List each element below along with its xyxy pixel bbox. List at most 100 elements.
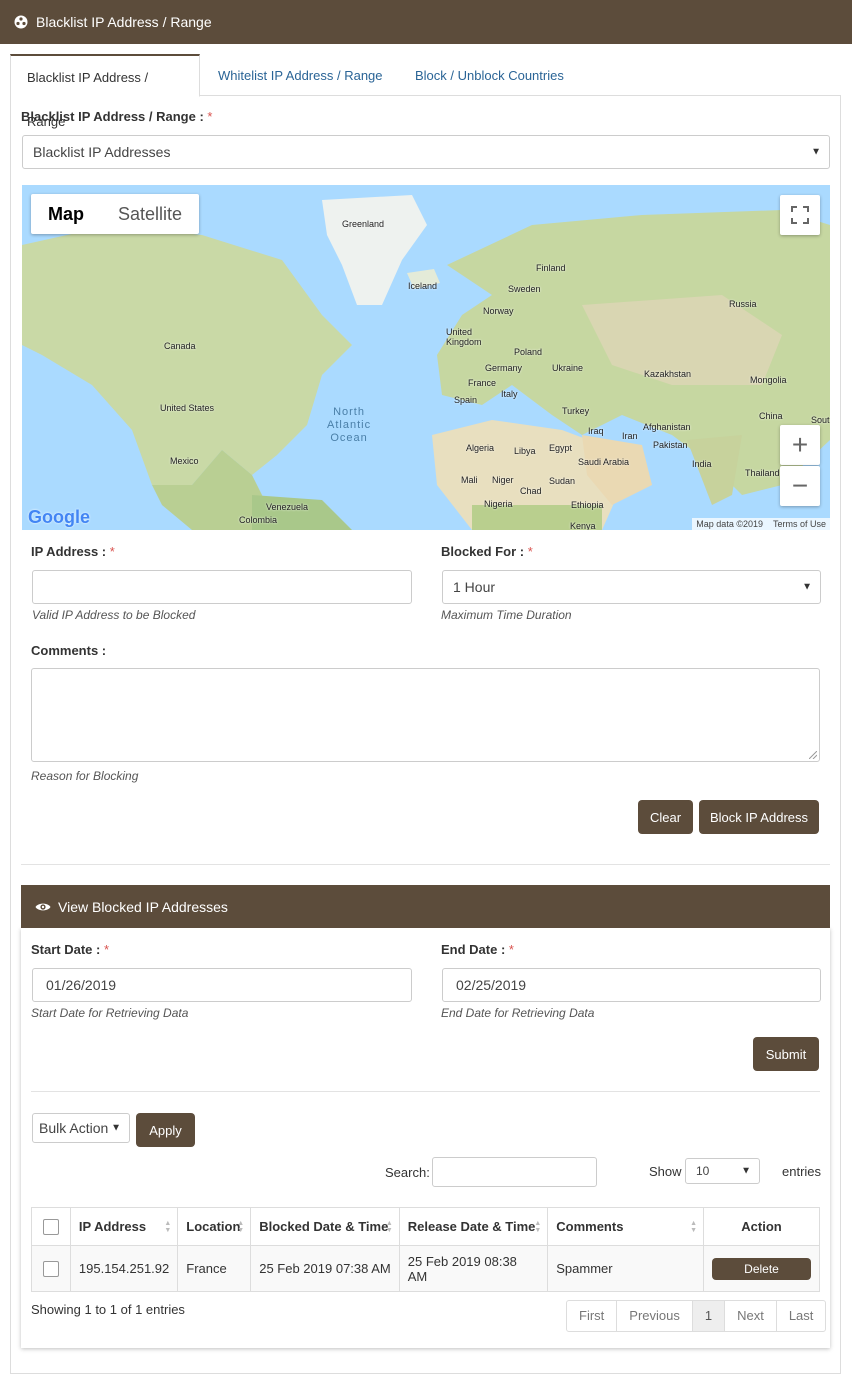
end-date-label: End Date : * <box>441 942 514 957</box>
start-date-label: Start Date : * <box>31 942 110 957</box>
pager-page-1[interactable]: 1 <box>691 1301 725 1331</box>
map-type-satellite-button[interactable]: Satellite <box>101 194 199 234</box>
bulk-action-select[interactable]: Bulk Action ▼ <box>32 1113 130 1143</box>
cell-release: 25 Feb 2019 08:38 AM <box>398 1245 549 1292</box>
row-checkbox[interactable] <box>42 1260 59 1277</box>
map-label-colombia: Colombia <box>239 515 278 525</box>
tab-countries[interactable]: Block / Unblock Countries <box>399 54 580 96</box>
start-date-help: Start Date for Retrieving Data <box>31 1006 189 1020</box>
terms-link[interactable]: Terms of Use <box>773 519 826 529</box>
map-label-iran: Iran <box>622 431 638 441</box>
entries-label: entries <box>782 1164 822 1179</box>
map-label-algeria: Algeria <box>466 443 495 453</box>
sort-icon: ▲ ▼ <box>164 1220 172 1234</box>
select-all-checkbox[interactable] <box>42 1218 59 1235</box>
settings-icon <box>14 15 28 29</box>
end-date-help: End Date for Retrieving Data <box>441 1006 595 1020</box>
map-attribution: Map data ©2019 Terms of Use <box>692 518 830 530</box>
map-label-kenya: Kenya <box>570 521 596 530</box>
delete-button[interactable]: Delete <box>712 1257 811 1280</box>
dropdown-arrow-icon: ▼ <box>802 581 812 593</box>
column-header-release[interactable]: Release Date & Time ▲ ▼ <box>398 1207 549 1246</box>
apply-button[interactable]: Apply <box>136 1113 195 1147</box>
map-type-control: Map Satellite <box>31 194 200 234</box>
map-label-ocean: North Atlantic Ocean <box>327 406 372 444</box>
block-ip-button[interactable]: Block IP Address <box>699 800 819 834</box>
map-label-mexico: Mexico <box>170 456 199 466</box>
map-label-niger: Niger <box>492 475 514 485</box>
map-label-pakistan: Pakistan <box>653 440 688 450</box>
submit-button[interactable]: Submit <box>753 1037 819 1071</box>
map-label-ukraine: Ukraine <box>552 363 584 373</box>
clear-button[interactable]: Clear <box>638 800 693 834</box>
map-label-norway: Norway <box>483 306 514 316</box>
page-title: Blacklist IP Address / Range <box>36 14 212 30</box>
page-size-select[interactable]: 10 ▼ <box>685 1158 760 1184</box>
column-header-comments[interactable]: Comments ▲ ▼ <box>547 1207 704 1246</box>
map-label-russia: Russia <box>729 299 757 309</box>
comments-textarea[interactable] <box>31 668 820 762</box>
column-header-location[interactable]: Location ▲ ▼ <box>177 1207 252 1246</box>
map-land <box>22 195 830 530</box>
map-label-finland: Finland <box>536 263 566 273</box>
blocked-for-help: Maximum Time Duration <box>441 608 572 622</box>
pager-next[interactable]: Next <box>724 1301 776 1331</box>
search-label: Search: <box>385 1165 430 1180</box>
pager-last[interactable]: Last <box>775 1301 826 1331</box>
cell-comments: Spammer <box>547 1245 704 1292</box>
column-header-action: Action <box>703 1207 820 1246</box>
ip-address-help: Valid IP Address to be Blocked <box>32 608 196 622</box>
view-blocked-header: View Blocked IP Addresses <box>21 885 830 928</box>
sort-icon: ▲ ▼ <box>385 1220 393 1234</box>
pager-previous[interactable]: Previous <box>616 1301 692 1331</box>
mode-label: Blacklist IP Address / Range : * <box>21 109 213 124</box>
mode-select[interactable]: Blacklist IP Addresses ▼ <box>22 135 830 169</box>
map-type-map-button[interactable]: Map <box>31 194 101 234</box>
map-label-afghanistan: Afghanistan <box>643 422 691 432</box>
start-date-input[interactable]: 01/26/2019 <box>32 968 412 1002</box>
table-info: Showing 1 to 1 of 1 entries <box>31 1302 185 1317</box>
end-date-input[interactable]: 02/25/2019 <box>442 968 821 1002</box>
show-label: Show <box>649 1164 682 1179</box>
map-label-uk: United Kingdom <box>446 327 482 347</box>
eye-icon <box>35 903 51 910</box>
table-header-row: IP Address ▲ ▼ Location ▲ ▼ Blocked Date & T… <box>31 1207 820 1246</box>
map-label-nigeria: Nigeria <box>484 499 513 509</box>
map-label-libya: Libya <box>514 446 536 456</box>
map-label-turkey: Turkey <box>562 406 590 416</box>
map-label-greenland: Greenland <box>342 219 385 229</box>
fullscreen-icon[interactable] <box>780 195 820 235</box>
pager-first[interactable]: First <box>567 1301 616 1331</box>
column-header-blocked[interactable]: Blocked Date & Time ▲ ▼ <box>250 1207 400 1246</box>
zoom-out-icon[interactable]: − <box>780 466 820 506</box>
zoom-in-icon[interactable]: + <box>780 425 820 465</box>
tab-blacklist[interactable]: Blacklist IP Address / Range <box>10 54 200 129</box>
blocked-for-select[interactable]: 1 Hour ▼ <box>442 570 821 604</box>
select-all-header <box>31 1207 71 1246</box>
map-label-south: Sout <box>811 415 830 425</box>
map[interactable]: Greenland Iceland Finland Sweden Norway … <box>22 185 830 530</box>
cell-ip: 195.154.251.92 <box>69 1245 179 1292</box>
ip-address-label: IP Address : * <box>31 544 115 559</box>
sort-icon: ▲ ▼ <box>534 1220 542 1234</box>
blocked-for-label: Blocked For : * <box>441 544 533 559</box>
map-label-iceland: Iceland <box>408 281 438 291</box>
map-label-iraq: Iraq <box>588 426 604 436</box>
divider <box>31 1091 820 1092</box>
map-label-sudan: Sudan <box>549 476 576 486</box>
map-label-mali: Mali <box>461 475 478 485</box>
map-label-united-states: United States <box>160 403 215 413</box>
dropdown-arrow-icon: ▼ <box>741 1165 751 1177</box>
tab-whitelist[interactable]: Whitelist IP Address / Range <box>202 54 399 96</box>
ip-address-input[interactable] <box>32 570 412 604</box>
column-header-ip[interactable]: IP Address ▲ ▼ <box>69 1207 179 1246</box>
table-row: 195.154.251.92 France 25 Feb 2019 07:38 … <box>31 1245 820 1292</box>
dropdown-arrow-icon: ▼ <box>111 1122 121 1134</box>
dropdown-arrow-icon: ▼ <box>811 146 821 158</box>
google-logo: Google <box>28 507 90 527</box>
map-label-venezuela: Venezuela <box>266 502 309 512</box>
search-input[interactable] <box>432 1157 597 1187</box>
sort-icon: ▲ ▼ <box>237 1220 245 1234</box>
resize-handle-icon[interactable] <box>809 751 817 759</box>
map-label-germany: Germany <box>485 363 523 373</box>
